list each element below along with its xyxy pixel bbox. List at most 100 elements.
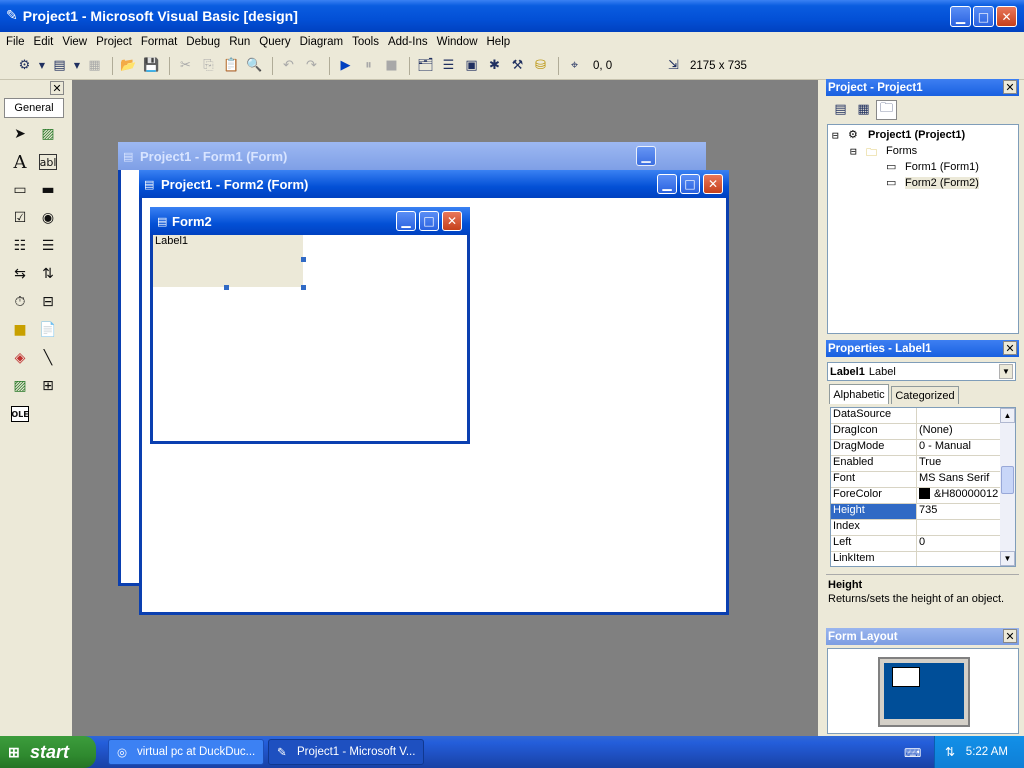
property-row[interactable]: LinkItem bbox=[831, 552, 1015, 566]
view-code-icon[interactable]: ▤ bbox=[830, 100, 851, 120]
commandbutton-icon[interactable]: ▬ bbox=[34, 176, 62, 204]
find-icon[interactable]: 🔍 bbox=[244, 56, 265, 76]
property-row[interactable]: DragMode 0 - Manual bbox=[831, 440, 1015, 456]
menu-format[interactable]: Format bbox=[141, 36, 177, 48]
image-icon[interactable]: ▨ bbox=[6, 372, 34, 400]
label-icon[interactable]: A bbox=[6, 148, 34, 176]
property-row[interactable]: DataSource bbox=[831, 408, 1015, 424]
combobox-icon[interactable]: ☷ bbox=[6, 232, 34, 260]
undo-icon[interactable]: ↶ bbox=[278, 56, 299, 76]
break-icon[interactable]: ⏸ bbox=[358, 56, 379, 76]
optionbutton-icon[interactable]: ◉ bbox=[34, 204, 62, 232]
start-icon[interactable]: ▶ bbox=[335, 56, 356, 76]
form2-close-button[interactable]: ✕ bbox=[703, 174, 723, 194]
dropdown-arrow-icon[interactable]: ▼ bbox=[37, 56, 47, 76]
cut-icon[interactable]: ✂ bbox=[175, 56, 196, 76]
tab-alphabetic[interactable]: Alphabetic bbox=[829, 384, 889, 404]
form-layout-close-icon[interactable]: ✕ bbox=[1003, 629, 1017, 643]
property-row[interactable]: Font MS Sans Serif bbox=[831, 472, 1015, 488]
maximize-button[interactable]: □ bbox=[973, 6, 994, 27]
taskbar-item-vb[interactable]: ✎ Project1 - Microsoft V... bbox=[268, 739, 424, 765]
vscrollbar-icon[interactable]: ⇅ bbox=[34, 260, 62, 288]
timer-icon[interactable]: ⏱ bbox=[6, 288, 34, 316]
data-view-icon[interactable]: ⛁ bbox=[530, 56, 551, 76]
minimize-button[interactable]: ▁ bbox=[950, 6, 971, 27]
tree-folder-forms[interactable]: Forms bbox=[886, 145, 917, 157]
end-icon[interactable]: ■ bbox=[381, 56, 402, 76]
scroll-up-icon[interactable]: ▲ bbox=[1000, 408, 1015, 423]
toggle-folders-icon[interactable]: 🗀 bbox=[876, 99, 897, 120]
form2-design-surface[interactable]: ▤ Form2 ▁ □ ✕ Label1 bbox=[150, 207, 470, 444]
taskbar-item-browser[interactable]: ◎ virtual pc at DuckDuc... bbox=[108, 739, 264, 765]
toolbox-close-icon[interactable]: ✕ bbox=[50, 81, 64, 95]
line-icon[interactable]: ╲ bbox=[34, 344, 62, 372]
form2-design-maximize-button[interactable]: □ bbox=[419, 211, 439, 231]
close-button[interactable]: ✕ bbox=[996, 6, 1017, 27]
menu-help[interactable]: Help bbox=[487, 36, 511, 48]
open-project-icon[interactable]: 📂 bbox=[118, 56, 139, 76]
menu-window[interactable]: Window bbox=[437, 36, 478, 48]
menu-addins[interactable]: Add-Ins bbox=[388, 36, 428, 48]
resize-handle[interactable] bbox=[224, 285, 229, 290]
resize-handle[interactable] bbox=[301, 285, 306, 290]
scroll-down-icon[interactable]: ▼ bbox=[1000, 551, 1015, 566]
hscrollbar-icon[interactable]: ⇆ bbox=[6, 260, 34, 288]
copy-icon[interactable]: ⎘ bbox=[198, 56, 219, 76]
resize-handle[interactable] bbox=[301, 257, 306, 262]
menu-tools[interactable]: Tools bbox=[352, 36, 379, 48]
property-row-selected[interactable]: Height 735 bbox=[831, 504, 1015, 520]
menu-project[interactable]: Project bbox=[96, 36, 132, 48]
form2-grid[interactable]: Label1 bbox=[153, 235, 467, 441]
frame-icon[interactable]: ▭ bbox=[6, 176, 34, 204]
menu-editor-icon[interactable]: ▦ bbox=[84, 56, 105, 76]
redo-icon[interactable]: ↷ bbox=[301, 56, 322, 76]
property-row[interactable]: Index bbox=[831, 520, 1015, 536]
form-layout-icon[interactable]: ▣ bbox=[461, 56, 482, 76]
tree-item-form1[interactable]: Form1 (Form1) bbox=[905, 161, 979, 173]
paste-icon[interactable]: 📋 bbox=[221, 56, 242, 76]
pointer-icon[interactable]: ➤ bbox=[6, 120, 34, 148]
chevron-down-icon[interactable]: ▼ bbox=[999, 364, 1013, 379]
collapse-icon[interactable]: ⊟ bbox=[832, 129, 839, 142]
drivelistbox-icon[interactable]: ⊟ bbox=[34, 288, 62, 316]
dropdown-arrow-icon[interactable]: ▼ bbox=[72, 56, 82, 76]
project-explorer-icon[interactable]: 🗂 bbox=[415, 56, 436, 76]
menu-file[interactable]: File bbox=[6, 36, 25, 48]
form2-design-minimize-button[interactable]: ▁ bbox=[396, 211, 416, 231]
tab-categorized[interactable]: Categorized bbox=[891, 386, 959, 404]
menu-run[interactable]: Run bbox=[229, 36, 250, 48]
shape-icon[interactable]: ◈ bbox=[6, 344, 34, 372]
start-button[interactable]: ⊞ start bbox=[0, 736, 96, 768]
form2-minimize-button[interactable]: ▁ bbox=[657, 174, 677, 194]
property-row[interactable]: DragIcon (None) bbox=[831, 424, 1015, 440]
save-project-icon[interactable]: 💾 bbox=[141, 56, 162, 76]
keyboard-icon[interactable]: ⌨ bbox=[904, 746, 921, 760]
tree-root-project[interactable]: Project1 (Project1) bbox=[868, 129, 965, 141]
add-project-icon[interactable]: ⚙ bbox=[14, 56, 35, 76]
form-position-thumbnail[interactable] bbox=[892, 667, 920, 687]
property-row[interactable]: ForeColor &H80000012 bbox=[831, 488, 1015, 504]
label1-control[interactable]: Label1 bbox=[153, 235, 303, 287]
menu-diagram[interactable]: Diagram bbox=[300, 36, 343, 48]
dirlistbox-icon[interactable]: ■ bbox=[6, 316, 34, 344]
property-row[interactable]: Enabled True bbox=[831, 456, 1015, 472]
add-form-icon[interactable]: ▤ bbox=[49, 56, 70, 76]
object-select[interactable]: Label1 Label ▼ bbox=[827, 362, 1016, 381]
toolbox-tab-general[interactable]: General bbox=[4, 98, 64, 118]
property-row[interactable]: Left 0 bbox=[831, 536, 1015, 552]
menu-edit[interactable]: Edit bbox=[34, 36, 54, 48]
properties-close-icon[interactable]: ✕ bbox=[1003, 341, 1017, 355]
view-object-icon[interactable]: ▦ bbox=[853, 100, 874, 120]
form2-maximize-button[interactable]: □ bbox=[680, 174, 700, 194]
collapse-icon[interactable]: ⊟ bbox=[850, 145, 857, 158]
network-icon[interactable]: ⇅ bbox=[945, 745, 955, 759]
menu-debug[interactable]: Debug bbox=[186, 36, 220, 48]
scroll-thumb[interactable] bbox=[1001, 466, 1014, 494]
filelistbox-icon[interactable]: 📄 bbox=[34, 316, 62, 344]
checkbox-icon[interactable]: ☑ bbox=[6, 204, 34, 232]
form2-design-close-button[interactable]: ✕ bbox=[442, 211, 462, 231]
form1-minimize-button[interactable]: ▁ bbox=[636, 146, 656, 166]
object-browser-icon[interactable]: ✱ bbox=[484, 56, 505, 76]
menu-view[interactable]: View bbox=[62, 36, 87, 48]
tree-item-form2[interactable]: Form2 (Form2) bbox=[905, 177, 979, 189]
